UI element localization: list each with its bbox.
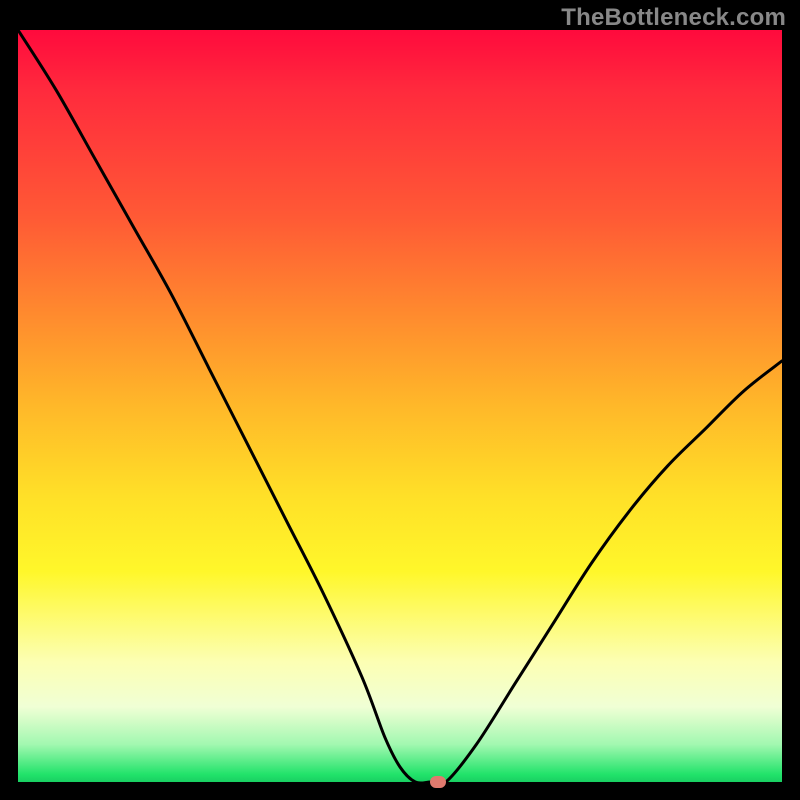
bottleneck-curve	[18, 30, 782, 782]
optimum-marker	[430, 776, 446, 788]
plot-area	[18, 30, 782, 782]
chart-frame: TheBottleneck.com	[0, 0, 800, 800]
watermark-text: TheBottleneck.com	[561, 4, 786, 32]
